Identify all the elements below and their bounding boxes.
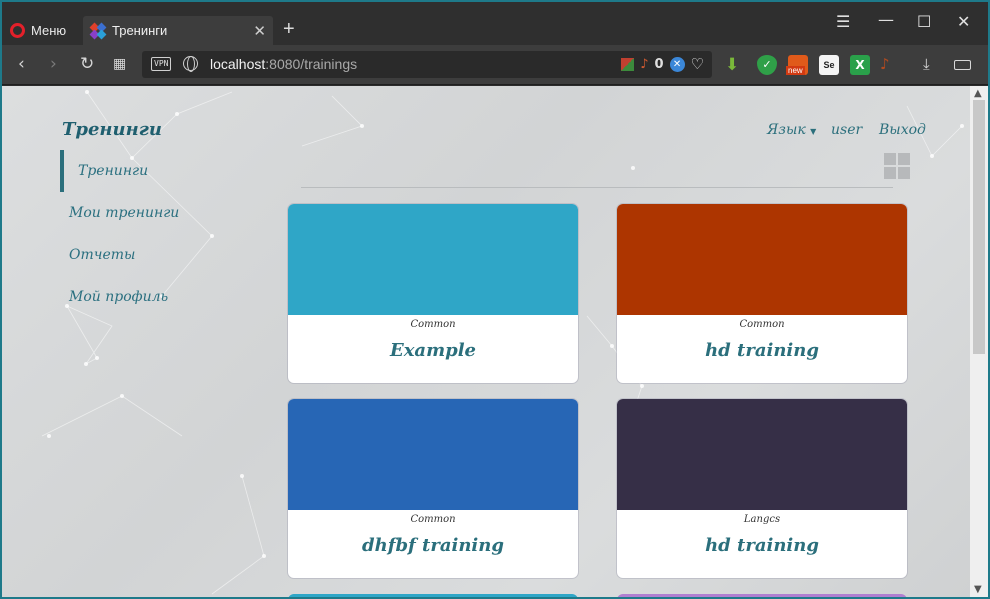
scroll-thumb[interactable]: [973, 100, 985, 354]
scroll-up-icon[interactable]: ▲: [974, 88, 982, 99]
tab-bar: Меню Тренинги ✕ + ☰ — ☐ ✕: [2, 2, 988, 45]
battery-icon[interactable]: [954, 60, 971, 70]
training-card[interactable]: Common hd training: [617, 204, 907, 383]
sidebar-item-trainings[interactable]: Тренинги: [78, 163, 148, 179]
thumb-extension-icon[interactable]: new: [786, 55, 808, 75]
browser-window: Меню Тренинги ✕ + ☰ — ☐ ✕ ‹ › ↻ ▦ VPN lo…: [2, 2, 988, 597]
selenium-extension-icon[interactable]: Se: [819, 55, 839, 75]
card-category: Langcs: [743, 514, 781, 525]
vpn-badge[interactable]: VPN: [151, 57, 172, 71]
caret-down-icon: ▼: [810, 127, 817, 136]
card-category: Common: [739, 319, 785, 330]
sidebar-item-my-profile[interactable]: Мой профиль: [69, 289, 168, 305]
training-card[interactable]: Common Example: [288, 204, 578, 383]
back-icon[interactable]: ‹: [18, 54, 25, 74]
user-link[interactable]: user: [831, 122, 862, 138]
forward-icon[interactable]: ›: [50, 54, 57, 74]
new-tab-icon[interactable]: +: [283, 18, 295, 41]
logout-link[interactable]: Выход: [879, 122, 926, 138]
tab-menu-icon[interactable]: ☰: [836, 12, 850, 31]
maximize-icon[interactable]: ☐: [917, 12, 931, 31]
address-bar[interactable]: VPN localhost:8080/trainings ♪ 0 ✕ ♡: [142, 51, 712, 78]
page-scrollbar[interactable]: ▲ ▼: [970, 86, 988, 597]
new-badge: new: [786, 66, 805, 75]
adblock-count: 0: [654, 56, 664, 72]
header-divider: [301, 187, 893, 188]
card-cover: [617, 204, 907, 315]
bookmark-heart-icon[interactable]: ♡: [691, 55, 704, 73]
card-title[interactable]: Example: [288, 340, 578, 361]
minimize-icon[interactable]: —: [878, 10, 894, 29]
card-cover: [617, 399, 907, 510]
card-title[interactable]: hd training: [617, 340, 907, 361]
cube-extension-icon[interactable]: [621, 57, 635, 71]
tab-title: Тренинги: [112, 23, 168, 38]
tab-trainings[interactable]: Тренинги ✕: [83, 16, 273, 45]
opera-menu-button[interactable]: Меню: [10, 19, 66, 41]
favicon-icon: [89, 22, 107, 39]
address-bar-icons: ♪ 0 ✕ ♡: [621, 55, 704, 73]
shield-extension-icon[interactable]: ✓: [757, 55, 777, 75]
card-title[interactable]: dhfbf training: [288, 535, 578, 556]
page-content: Тренинги Тренинги Мои тренинги Отчеты Мо…: [2, 86, 970, 597]
training-card[interactable]: Langcs hd training: [617, 399, 907, 578]
training-card-partial[interactable]: [617, 594, 907, 597]
guitar-extension-icon[interactable]: ♪: [640, 57, 648, 72]
sidebar-item-my-trainings[interactable]: Мои тренинги: [69, 205, 179, 221]
adblock-icon[interactable]: ✕: [669, 56, 685, 72]
app-brand[interactable]: Тренинги: [62, 119, 162, 140]
card-category: Common: [410, 319, 456, 330]
card-cover: [288, 204, 578, 315]
url-text[interactable]: localhost:8080/trainings: [210, 56, 357, 72]
training-card-partial[interactable]: [288, 594, 578, 597]
sidebar-item-reports[interactable]: Отчеты: [69, 247, 135, 263]
card-category: Common: [410, 514, 456, 525]
sidebar-active-indicator: [60, 150, 64, 192]
language-dropdown[interactable]: Язык ▼: [767, 122, 816, 138]
globe-icon: [183, 56, 198, 72]
card-cover: [288, 399, 578, 510]
guitar-toolbar-icon[interactable]: ♪: [880, 55, 900, 75]
opera-logo-icon: [10, 22, 25, 38]
download-extension-icon[interactable]: ⬇: [725, 55, 745, 75]
close-window-icon[interactable]: ✕: [957, 12, 970, 31]
training-card[interactable]: Common dhfbf training: [288, 399, 578, 578]
menu-label: Меню: [31, 22, 67, 38]
grid-view-icon[interactable]: [884, 153, 910, 179]
reload-icon[interactable]: ↻: [80, 54, 94, 74]
speed-dial-icon[interactable]: ▦: [113, 56, 126, 72]
card-title[interactable]: hd training: [617, 535, 907, 556]
scroll-down-icon[interactable]: ▼: [974, 584, 982, 595]
browser-toolbar: ‹ › ↻ ▦ VPN localhost:8080/trainings ♪ 0…: [2, 45, 988, 85]
tab-close-icon[interactable]: ✕: [253, 22, 266, 40]
x-extension-icon[interactable]: X: [850, 55, 870, 75]
language-label: Язык: [767, 122, 806, 138]
downloads-icon[interactable]: ⤓: [923, 55, 943, 75]
